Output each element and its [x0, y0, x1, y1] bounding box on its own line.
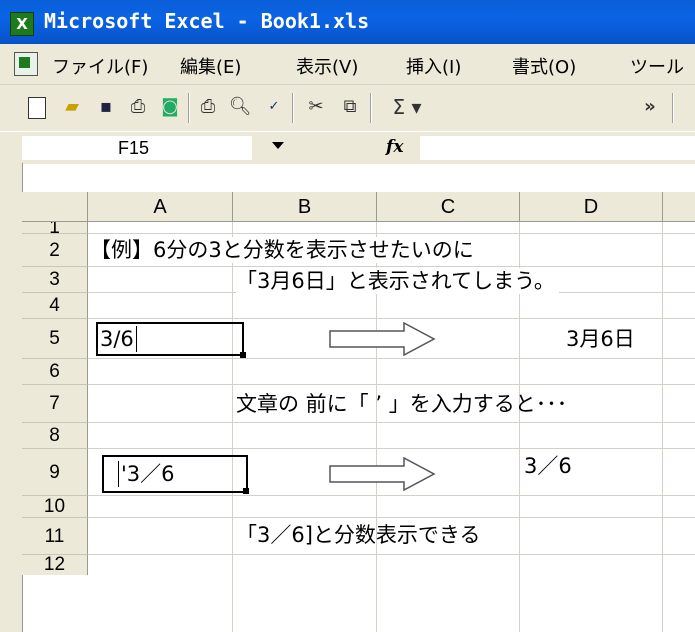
print-icon[interactable]: ⎙ — [196, 95, 220, 119]
new-icon[interactable] — [28, 97, 46, 119]
window-title: Microsoft Excel - Book1.xls — [44, 9, 370, 33]
gridline — [88, 266, 695, 267]
toolbar-separator — [292, 93, 294, 123]
save-icon[interactable]: ▪ — [94, 95, 118, 119]
menu-edit[interactable]: 編集(E) — [180, 53, 241, 79]
row-header-9[interactable]: 9 — [22, 449, 88, 496]
row-header-12[interactable]: 12 — [22, 555, 88, 575]
menu-tools[interactable]: ツール — [630, 53, 684, 79]
row-header-8[interactable]: 8 — [22, 423, 88, 449]
gridline — [88, 358, 695, 359]
name-box-value: F15 — [118, 138, 150, 158]
cell-d5[interactable]: 3月6日 — [566, 326, 635, 352]
row-header-1[interactable]: 1 — [22, 222, 88, 234]
autosum-icon[interactable]: Σ ▾ — [382, 95, 432, 119]
menu-bar: ファイル(F) 編集(E) 表示(V) 挿入(I) 書式(O) ツール — [0, 44, 695, 85]
row-header-5[interactable]: 5 — [22, 319, 88, 359]
gridline — [88, 517, 695, 518]
toolbar-separator — [672, 93, 674, 123]
menu-insert[interactable]: 挿入(I) — [406, 53, 461, 79]
spelling-icon[interactable]: ✓ — [262, 95, 286, 119]
more-options-icon[interactable]: » — [638, 95, 662, 119]
gridline — [88, 495, 695, 496]
row-header-11[interactable]: 11 — [22, 518, 88, 555]
gridline — [88, 233, 695, 234]
cell-a2[interactable]: 【例】6分の3と分数を表示させたいのに — [90, 237, 478, 263]
column-header-a[interactable]: A — [88, 192, 233, 222]
cell-b11[interactable]: 「3／6]と分数表示できる — [236, 522, 481, 548]
gridline — [662, 222, 663, 632]
menu-view[interactable]: 表示(V) — [296, 53, 358, 79]
open-icon[interactable]: ▰ — [60, 95, 84, 119]
column-header-d[interactable]: D — [520, 192, 663, 222]
fill-handle[interactable] — [240, 352, 246, 358]
formula-bar: F15 fx — [0, 131, 695, 164]
row-header-7[interactable]: 7 — [22, 385, 88, 423]
permission-icon[interactable]: ⎙ — [126, 95, 150, 119]
excel-app-icon[interactable]: X — [10, 12, 34, 36]
cell-b3[interactable]: 「3月6日」と表示されてしまう。 — [236, 268, 559, 294]
copy-icon[interactable]: ⧉ — [338, 95, 362, 119]
fill-handle[interactable] — [243, 488, 249, 494]
workbook-icon[interactable] — [14, 52, 38, 76]
cell-a5[interactable]: 3/6 — [100, 326, 137, 352]
column-header-e[interactable] — [663, 192, 695, 222]
column-header-b[interactable]: B — [233, 192, 377, 222]
cell-b7[interactable]: 文章の 前に「 ’ 」を入力すると･･･ — [236, 391, 567, 417]
name-box-dropdown-icon[interactable] — [272, 142, 284, 149]
gridline — [232, 222, 233, 632]
arrow-right-icon — [329, 322, 436, 356]
row-header-6[interactable]: 6 — [22, 359, 88, 385]
menu-file[interactable]: ファイル(F) — [52, 53, 148, 79]
row-header-4[interactable]: 4 — [22, 293, 88, 319]
gridline — [88, 422, 695, 423]
row-header-3[interactable]: 3 — [22, 267, 88, 293]
cell-a9[interactable]: '3／6 — [118, 461, 175, 487]
toolbar-separator — [188, 93, 190, 123]
cut-icon[interactable]: ✂ — [304, 95, 328, 119]
gridline — [88, 554, 695, 555]
research-icon[interactable]: ◙ — [158, 95, 182, 119]
row-header-2[interactable]: 2 — [22, 234, 88, 267]
arrow-right-icon — [329, 457, 436, 491]
name-box[interactable]: F15 — [22, 136, 252, 160]
title-bar: X Microsoft Excel - Book1.xls — [0, 0, 695, 44]
row-header-10[interactable]: 10 — [22, 496, 88, 518]
window-frame-left — [0, 163, 23, 632]
gridline — [88, 384, 695, 385]
toolbar-separator — [370, 93, 372, 123]
insert-function-icon[interactable]: fx — [386, 137, 403, 157]
gridline — [88, 448, 695, 449]
formula-input[interactable] — [420, 136, 695, 160]
standard-toolbar: ▰ ▪ ⎙ ◙ ⎙ 🔍︎ ✓ ✂ ⧉ Σ ▾ » — [0, 85, 695, 131]
print-preview-icon[interactable]: 🔍︎ — [228, 95, 252, 119]
column-header-c[interactable]: C — [377, 192, 520, 222]
gridline — [88, 318, 695, 319]
select-all-corner[interactable] — [22, 192, 88, 222]
menu-format[interactable]: 書式(O) — [512, 53, 576, 79]
cell-d9[interactable]: 3／6 — [524, 453, 572, 479]
